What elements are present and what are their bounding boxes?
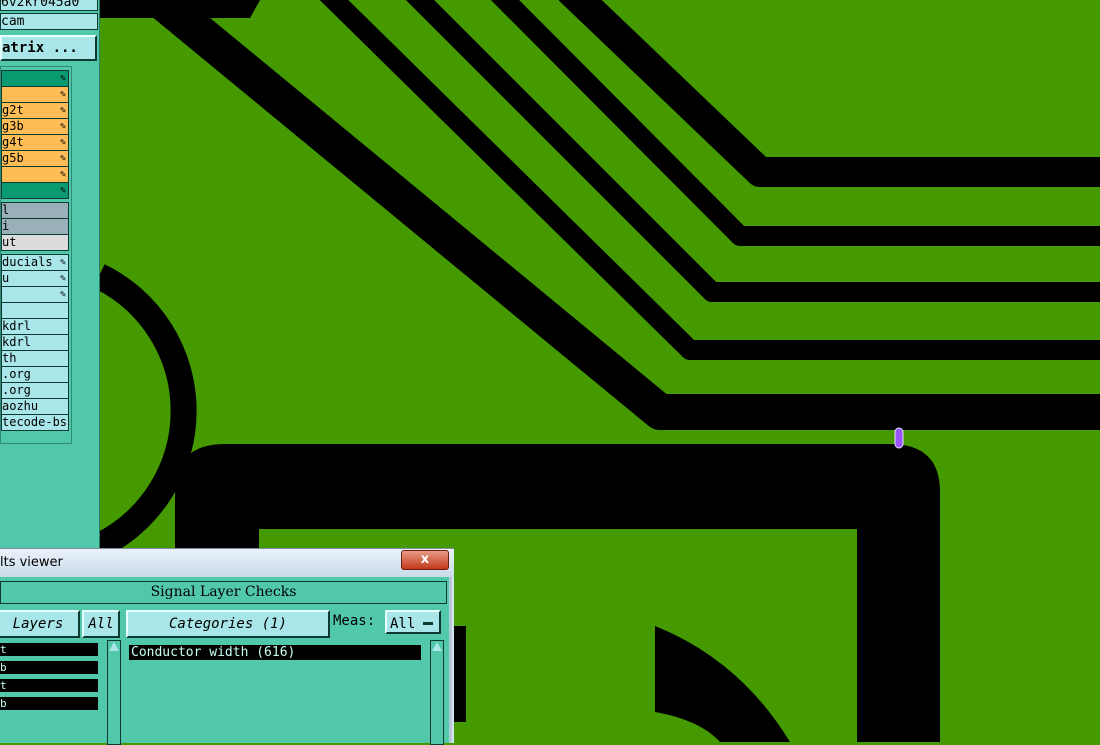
app-name: cam xyxy=(0,13,98,30)
category-results-list[interactable]: Conductor width (616) xyxy=(126,640,426,743)
viewer-title: lts viewer xyxy=(0,555,63,570)
all-layers-button[interactable]: All xyxy=(82,610,120,638)
layer-row[interactable]: g3b ✎ xyxy=(1,118,69,135)
layer-row[interactable]: tecode-bs xyxy=(1,414,69,431)
layer-label: ducials xyxy=(2,255,53,269)
job-name: 6v2kr045a0 xyxy=(0,0,98,11)
layer-label: i xyxy=(2,219,10,233)
layer-row[interactable]: ut xyxy=(1,234,69,251)
layer-row[interactable]: aozhu xyxy=(1,398,69,415)
layer-row[interactable]: ✎ xyxy=(1,70,69,87)
results-viewer-window: lts viewer x Signal Layer Checks Layers … xyxy=(0,548,454,745)
layer-label: tecode-bs xyxy=(2,415,68,429)
layer-row[interactable]: ducials ✎ xyxy=(1,254,69,271)
viewer-client: Signal Layer Checks Layers All Categorie… xyxy=(0,577,452,745)
pencil-icon: ✎ xyxy=(59,73,66,84)
category-list-scrollbar[interactable] xyxy=(430,640,444,745)
layer-result-item[interactable]: b xyxy=(0,697,98,710)
layer-result-item[interactable]: t xyxy=(0,679,98,692)
layer-row[interactable]: ✎ xyxy=(1,86,69,103)
pencil-icon: ✎ xyxy=(59,273,66,284)
layer-label: g4t xyxy=(2,135,24,149)
layer-row[interactable]: i xyxy=(1,218,69,235)
layer-row[interactable]: ✎ xyxy=(1,166,69,183)
pencil-icon: ✎ xyxy=(59,105,66,116)
pencil-icon: ✎ xyxy=(59,121,66,132)
layer-label: .org xyxy=(2,367,31,381)
dropdown-indicator-icon xyxy=(423,622,433,625)
layer-row[interactable]: g2t ✎ xyxy=(1,102,69,119)
matrix-button[interactable]: atrix ... xyxy=(0,35,97,61)
layer-list: ✎ ✎ g2t ✎ g3b ✎ g4t ✎ g5b ✎ ✎ ✎ l i ut ducials ✎ u ✎ ✎ kdrl k… xyxy=(0,66,72,444)
layer-row[interactable]: g4t ✎ xyxy=(1,134,69,151)
layer-results-list[interactable]: t b t b xyxy=(0,640,100,743)
layer-result-item[interactable]: b xyxy=(0,661,98,674)
layer-label: g5b xyxy=(2,151,24,165)
category-item[interactable]: Conductor width (616) xyxy=(129,645,421,660)
layers-button[interactable]: Layers xyxy=(0,610,80,638)
layer-row[interactable]: th xyxy=(1,350,69,367)
pencil-icon: ✎ xyxy=(59,153,66,164)
layer-row[interactable]: ✎ xyxy=(1,286,69,303)
pencil-icon: ✎ xyxy=(59,257,66,268)
layer-label: kdrl xyxy=(2,335,31,349)
layer-row[interactable]: kdrl xyxy=(1,318,69,335)
layer-label: th xyxy=(2,351,17,365)
layer-label: .org xyxy=(2,383,31,397)
layer-result-item[interactable]: t xyxy=(0,643,98,656)
layer-label: g3b xyxy=(2,119,24,133)
layer-row[interactable]: .org xyxy=(1,382,69,399)
viewer-header: Signal Layer Checks xyxy=(0,581,447,604)
layer-row[interactable]: l xyxy=(1,202,69,219)
layer-label: l xyxy=(2,203,10,217)
trace xyxy=(99,0,260,18)
pencil-icon: ✎ xyxy=(59,89,66,100)
layer-label: g2t xyxy=(2,103,24,117)
layer-row[interactable]: u ✎ xyxy=(1,270,69,287)
layer-row[interactable]: g5b ✎ xyxy=(1,150,69,167)
close-button[interactable]: x xyxy=(401,550,449,570)
pencil-icon: ✎ xyxy=(59,289,66,300)
layer-row[interactable]: ✎ xyxy=(1,182,69,199)
layer-label: ut xyxy=(2,235,17,249)
pencil-icon: ✎ xyxy=(59,185,66,196)
layer-row[interactable]: kdrl xyxy=(1,334,69,351)
error-marker[interactable] xyxy=(894,427,904,449)
layer-label: kdrl xyxy=(2,319,31,333)
trace xyxy=(452,626,466,722)
meas-label: Meas: xyxy=(333,613,376,629)
viewer-titlebar[interactable]: lts viewer x xyxy=(0,549,454,577)
meas-select[interactable]: All xyxy=(385,610,441,634)
layer-row[interactable]: .org xyxy=(1,366,69,383)
meas-value: All xyxy=(390,616,416,632)
layer-row[interactable] xyxy=(1,302,69,319)
categories-button[interactable]: Categories (1) xyxy=(126,610,330,638)
pencil-icon: ✎ xyxy=(59,137,66,148)
scroll-up-icon[interactable] xyxy=(109,642,119,651)
pencil-icon: ✎ xyxy=(59,169,66,180)
layer-label: u xyxy=(2,271,10,285)
layer-label: aozhu xyxy=(2,399,39,413)
scroll-up-icon[interactable] xyxy=(432,642,442,651)
layer-list-scrollbar[interactable] xyxy=(107,640,121,745)
